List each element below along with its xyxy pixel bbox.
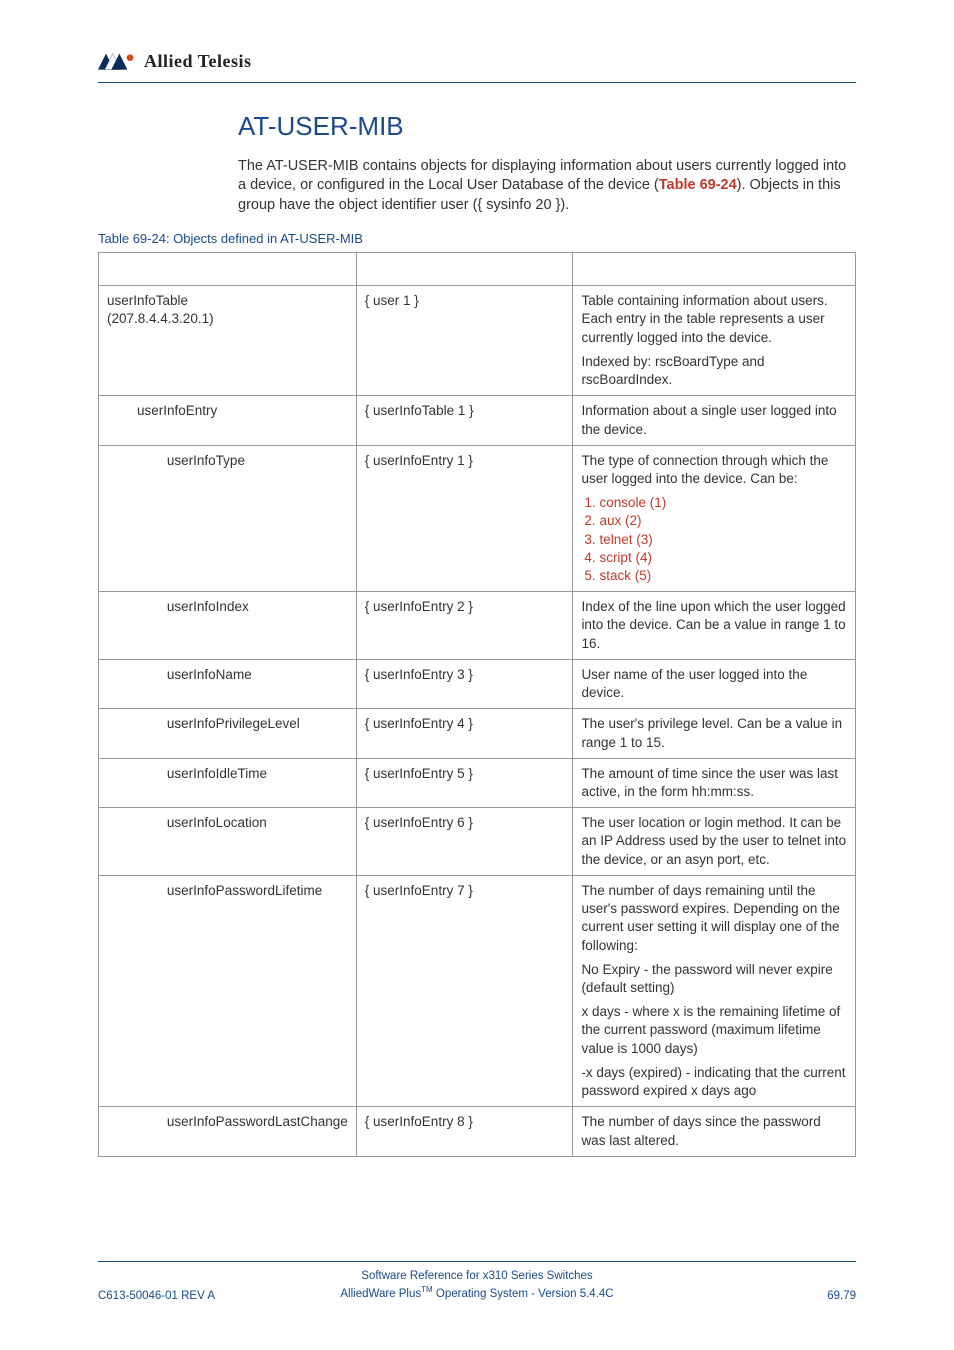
object-oid: { userInfoEntry 2 } [356, 592, 573, 660]
object-name: userInfoLocation [159, 808, 356, 876]
table-reference-link[interactable]: Table 69-24 [659, 177, 737, 193]
object-oid: { userInfoEntry 8 } [356, 1107, 573, 1156]
object-oid: { userInfoEntry 1 } [356, 445, 573, 592]
object-name: userInfoPasswordLastChange [159, 1107, 356, 1156]
table-row: userInfoPasswordLastChange{ userInfoEntr… [99, 1107, 856, 1156]
indent-cell [129, 758, 159, 807]
col-header-desc [573, 253, 856, 286]
object-oid: { userInfoEntry 3 } [356, 659, 573, 708]
indent-cell [99, 659, 129, 708]
table-row: userInfoPrivilegeLevel{ userInfoEntry 4 … [99, 709, 856, 758]
indent-cell [129, 445, 159, 592]
allied-telesis-logo-icon [98, 50, 138, 72]
footer-line-1: Software Reference for x310 Series Switc… [98, 1268, 856, 1284]
enum-item: console (1) [599, 494, 847, 512]
indent-cell [99, 592, 129, 660]
object-name: userInfoIdleTime [159, 758, 356, 807]
object-oid: { userInfoEntry 5 } [356, 758, 573, 807]
table-row: userInfoType{ userInfoEntry 1 }The type … [99, 445, 856, 592]
table-row: userInfoPasswordLifetime{ userInfoEntry … [99, 875, 856, 1106]
footer-doc-id: C613-50046-01 REV A [98, 1290, 215, 1302]
footer-page-number: 69.79 [827, 1290, 856, 1302]
object-name: userInfoPasswordLifetime [159, 875, 356, 1106]
col-header-oid [356, 253, 573, 286]
object-description: The amount of time since the user was la… [573, 758, 856, 807]
brand-logo: Allied Telesis [98, 50, 856, 72]
table-row: userInfoName{ userInfoEntry 3 }User name… [99, 659, 856, 708]
table-row: userInfoEntry{ userInfoTable 1 }Informat… [99, 396, 856, 445]
col-header-name [99, 253, 357, 286]
enum-item: aux (2) [599, 512, 847, 530]
indent-cell [99, 445, 129, 592]
object-name: userInfoType [159, 445, 356, 592]
object-description: The number of days remaining until the u… [573, 875, 856, 1106]
object-description: User name of the user logged into the de… [573, 659, 856, 708]
object-oid: { user 1 } [356, 286, 573, 396]
table-row: userInfoIdleTime{ userInfoEntry 5 }The a… [99, 758, 856, 807]
indent-cell [129, 808, 159, 876]
indent-cell [99, 758, 129, 807]
header-rule [98, 82, 856, 83]
page-title: AT-USER-MIB [238, 111, 856, 142]
indent-cell [129, 659, 159, 708]
object-name: userInfoTable(207.8.4.4.3.20.1) [99, 286, 357, 396]
indent-cell [99, 1107, 129, 1156]
object-oid: { userInfoTable 1 } [356, 396, 573, 445]
indent-cell [129, 592, 159, 660]
table-row: userInfoLocation{ userInfoEntry 6 }The u… [99, 808, 856, 876]
indent-cell [99, 396, 129, 445]
object-oid: { userInfoEntry 7 } [356, 875, 573, 1106]
enum-list: console (1)aux (2)telnet (3)script (4)st… [581, 494, 847, 585]
object-name: userInfoEntry [129, 396, 356, 445]
table-row: userInfoTable(207.8.4.4.3.20.1){ user 1 … [99, 286, 856, 396]
brand-name: Allied Telesis [144, 51, 252, 72]
indent-cell [99, 709, 129, 758]
object-name: userInfoPrivilegeLevel [159, 709, 356, 758]
page-footer: Software Reference for x310 Series Switc… [98, 1253, 856, 1302]
object-description: The user's privilege level. Can be a val… [573, 709, 856, 758]
mib-objects-table: userInfoTable(207.8.4.4.3.20.1){ user 1 … [98, 252, 856, 1157]
footer-rule [98, 1261, 856, 1262]
indent-cell [99, 808, 129, 876]
indent-cell [129, 875, 159, 1106]
enum-item: script (4) [599, 549, 847, 567]
object-description: Index of the line upon which the user lo… [573, 592, 856, 660]
object-name: userInfoName [159, 659, 356, 708]
object-description: Information about a single user logged i… [573, 396, 856, 445]
object-oid: { userInfoEntry 4 } [356, 709, 573, 758]
intro-paragraph: The AT-USER-MIB contains objects for dis… [238, 157, 856, 216]
indent-cell [129, 709, 159, 758]
object-oid: { userInfoEntry 6 } [356, 808, 573, 876]
table-header-row [99, 253, 856, 286]
object-name: userInfoIndex [159, 592, 356, 660]
table-row: userInfoIndex{ userInfoEntry 2 }Index of… [99, 592, 856, 660]
enum-item: telnet (3) [599, 531, 847, 549]
indent-cell [129, 1107, 159, 1156]
enum-item: stack (5) [599, 567, 847, 585]
object-description: The type of connection through which the… [573, 445, 856, 592]
object-description: The number of days since the password wa… [573, 1107, 856, 1156]
indent-cell [99, 875, 129, 1106]
object-description: The user location or login method. It ca… [573, 808, 856, 876]
table-caption: Table 69-24: Objects defined in AT-USER-… [98, 231, 856, 246]
object-description: Table containing information about users… [573, 286, 856, 396]
